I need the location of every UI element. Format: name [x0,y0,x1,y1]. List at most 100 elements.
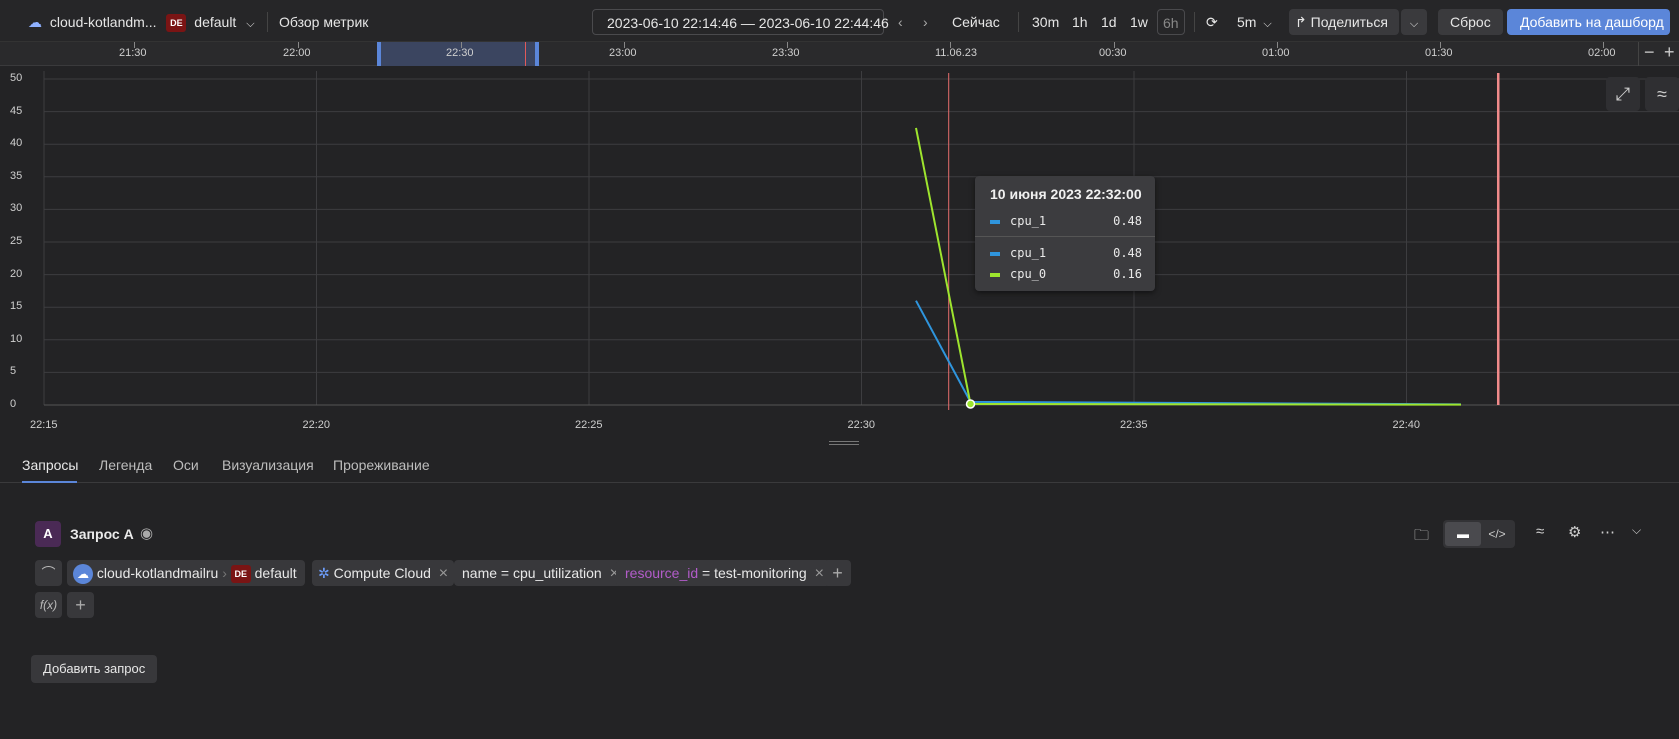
wave-icon[interactable]: ≈ [1645,77,1679,111]
range-30m-button[interactable]: 30m [1032,9,1059,35]
query-title[interactable]: Запрос A [70,526,134,542]
add-filter-icon[interactable]: + [824,560,851,586]
y-tick-label: 10 [10,332,23,345]
ruler-tick-label: 01:00 [1262,47,1290,59]
tooltip-row: cpu_1 0.48 [990,246,1142,262]
tab-axes[interactable]: Оси [173,457,199,473]
cloud-icon: ☁ [28,14,42,30]
chevron-down-icon: ⌵ [1263,18,1272,30]
close-icon[interactable]: × [439,565,448,582]
range-6h-button[interactable]: 6h [1157,9,1185,35]
share-button[interactable]: ↱ Поделиться [1289,9,1399,35]
more-icon[interactable]: ⋯ [1600,523,1615,541]
ruler-tick-label: 23:00 [609,47,637,59]
code-mode-icon[interactable]: </> [1481,522,1513,546]
service-name: Compute Cloud [333,565,431,581]
metric-chart[interactable]: 50 45 40 35 30 25 20 15 10 5 0 22:15 22:20 22:25 22:3… [0,67,1679,440]
folder-badge: DE [230,565,251,584]
tab-legend[interactable]: Легенда [99,457,152,473]
ruler-tick-label: 22:00 [283,47,311,59]
refresh-icon[interactable]: ⟳ [1206,9,1218,35]
query-source-chip[interactable]: ☁ cloud-kotlandmailru › DE default [67,560,305,586]
zoom-in-icon[interactable]: + [1664,42,1675,63]
function-icon[interactable]: f(x) [35,592,62,618]
y-tick-label: 40 [10,137,23,150]
range-1d-button[interactable]: 1d [1101,9,1117,35]
ruler-tick-label: 21:30 [119,47,147,59]
prev-range-icon[interactable]: ‹ [898,9,903,35]
share-label: Поделиться [1310,14,1388,30]
filter-name-text: name = cpu_utilization [462,565,602,581]
share-menu-button[interactable]: ⌵ [1401,9,1427,35]
add-to-dashboard-button[interactable]: Добавить на дашборд [1507,9,1670,35]
wave-icon[interactable]: ≈ [1536,523,1544,540]
chevron-down-icon: ⌵ [246,18,255,30]
add-query-button[interactable]: Добавить запрос [31,655,158,683]
tooltip-series-name: cpu_0 [1010,267,1047,281]
fullscreen-icon[interactable]: ⤢ [1606,77,1640,111]
next-range-icon[interactable]: › [923,9,928,35]
service-chip[interactable]: ✲ Compute Cloud × [312,560,455,586]
y-tick-label: 15 [10,300,23,313]
series-swatch [990,252,1000,256]
x-tick-label: 22:35 [1120,419,1148,431]
compute-cloud-icon: ✲ [318,565,330,581]
zoom-out-icon[interactable]: − [1644,42,1655,63]
chevron-down-icon[interactable]: ⌵ [1632,523,1641,538]
query-folder-name: default [254,565,297,581]
tooltip-pinned-row: cpu_1 0.48 [990,214,1142,230]
tooltip-title: 10 июня 2023 22:32:00 [990,186,1142,202]
cloud-selector[interactable]: ☁ cloud-kotlandm... DE default ⌵ [28,9,255,35]
y-tick-label: 5 [10,365,17,378]
now-marker [525,42,526,66]
query-letter-badge: A [35,521,61,547]
ruler-tick-label: 23:30 [772,47,800,59]
tab-visualization[interactable]: Визуализация [222,457,314,473]
y-tick-label: 45 [10,104,23,117]
chart-tooltip: 10 июня 2023 22:32:00 cpu_1 0.48 cpu_1 0… [975,176,1155,291]
tooltip-series-value: 0.48 [1113,246,1142,260]
cloud-icon: ☁ [73,564,93,585]
tooltip-series-name: cpu_1 [1010,246,1047,260]
y-tick-label: 25 [10,235,23,247]
close-icon[interactable]: × [815,565,824,582]
x-tick-label: 22:20 [302,419,331,431]
time-range-picker[interactable]: 2023-06-10 22:14:46 — 2023-06-10 22:44:4… [592,9,889,35]
x-tick-label: 22:30 [847,419,876,431]
x-tick-label: 22:15 [30,419,58,431]
filter-chip-name[interactable]: name = cpu_utilization × [454,560,625,586]
tooltip-series-name: cpu_1 [1010,214,1047,228]
y-tick-label: 20 [10,267,23,280]
folder-icon[interactable]: 🗀 [1414,525,1429,550]
x-tick-label: 22:40 [1392,419,1421,431]
cloud-name: cloud-kotlandm... [49,14,157,30]
tab-queries[interactable]: Запросы [22,457,78,473]
range-handle-right[interactable] [535,42,539,66]
ruler-tick-label: 00:30 [1099,47,1127,59]
range-handle-left[interactable] [377,42,381,66]
visual-mode-icon[interactable]: ▬ [1445,522,1481,546]
eye-icon[interactable]: ◉ [140,524,153,542]
query-mode-switch[interactable]: ▬ </> [1443,520,1515,548]
chevron-down-icon: ⌵ [1409,18,1419,30]
filter-resource-key: resource_id [625,565,699,581]
now-button[interactable]: Сейчас [952,9,1000,35]
series-swatch [990,273,1000,277]
range-1w-button[interactable]: 1w [1130,9,1148,35]
filter-chip-resource[interactable]: resource_id = test-monitoring × [616,560,830,586]
editor-tabs: Запросы Легенда Оси Визуализация Прорежи… [0,443,1679,483]
chart-svg[interactable] [0,67,1679,440]
range-1h-button[interactable]: 1h [1072,9,1088,35]
series-swatch [990,220,1000,224]
reset-button[interactable]: Сброс [1438,9,1503,35]
y-tick-label: 35 [10,169,23,182]
share-icon: ↱ [1295,14,1307,30]
gear-icon[interactable]: ⚙ [1568,523,1581,541]
refresh-interval-select[interactable]: 5m ⌵ [1237,9,1272,35]
timeline-navigator[interactable]: 21:30 22:00 22:30 23:00 23:30 11.06.23 00:30 01… [0,42,1679,66]
tab-thinning[interactable]: Прореживание [333,457,430,473]
add-function-icon[interactable]: + [67,592,94,618]
folder-badge: DE [166,14,187,33]
chart-type-icon[interactable]: ⌒ [35,560,62,586]
y-tick-label: 30 [10,202,23,215]
